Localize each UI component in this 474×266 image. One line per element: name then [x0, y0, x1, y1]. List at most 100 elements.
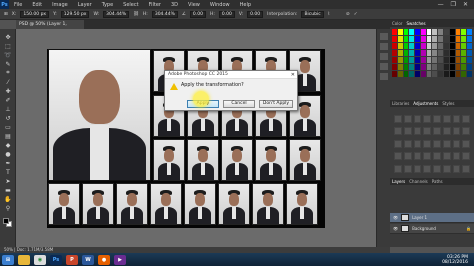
swatch[interactable]: [409, 64, 415, 70]
swatch[interactable]: [455, 50, 461, 56]
eyedropper-tool-icon[interactable]: ⁄: [2, 78, 14, 86]
swatch[interactable]: [461, 36, 467, 42]
gradient-tool-icon[interactable]: ▤: [2, 132, 14, 140]
swatch[interactable]: [467, 71, 472, 77]
adjustment-style-icon[interactable]: [452, 139, 461, 148]
h-skew-field[interactable]: 0.00: [218, 10, 235, 18]
swatch[interactable]: [432, 36, 438, 42]
cancel-button[interactable]: Cancel: [223, 100, 255, 108]
swatch[interactable]: [392, 43, 397, 49]
swatch[interactable]: [449, 36, 455, 42]
menu-file[interactable]: File: [9, 2, 27, 8]
swatch[interactable]: [455, 36, 461, 42]
photoshop-taskbar-icon[interactable]: Ps: [50, 254, 62, 265]
adjustment-style-icon[interactable]: [423, 115, 431, 123]
adjustment-style-icon[interactable]: [394, 164, 402, 173]
swatch[interactable]: [432, 43, 438, 49]
swatch[interactable]: [432, 64, 438, 70]
adjustment-style-icon[interactable]: [452, 115, 461, 123]
swatch[interactable]: [461, 50, 467, 56]
swatch[interactable]: [397, 71, 403, 77]
swatch[interactable]: [415, 50, 420, 56]
swatch[interactable]: [420, 64, 426, 70]
swatch[interactable]: [409, 71, 415, 77]
swatch[interactable]: [426, 71, 432, 77]
commit-transform-icon[interactable]: ✓: [354, 12, 358, 17]
layer-row-layer-1[interactable]: 👁 Layer 1: [390, 213, 474, 223]
swatch[interactable]: [444, 36, 449, 42]
adjustment-style-icon[interactable]: [413, 115, 422, 123]
swatch[interactable]: [432, 57, 438, 63]
swatch[interactable]: [397, 36, 403, 42]
swatch[interactable]: [467, 64, 472, 70]
adjustment-style-icon[interactable]: [423, 164, 431, 173]
swatch[interactable]: [420, 57, 426, 63]
v-skew-field[interactable]: 0.00: [247, 10, 264, 18]
swatch[interactable]: [438, 57, 444, 63]
swatch[interactable]: [444, 57, 449, 63]
adjustment-style-icon[interactable]: [423, 152, 431, 161]
swatch[interactable]: [397, 64, 403, 70]
swatch[interactable]: [444, 43, 449, 49]
adjustment-style-icon[interactable]: [413, 152, 422, 161]
menu-edit[interactable]: Edit: [27, 2, 47, 8]
lasso-tool-icon[interactable]: ➰: [2, 51, 14, 59]
dialog-close-icon[interactable]: ✕: [291, 71, 295, 79]
minimize-icon[interactable]: —: [438, 1, 444, 8]
width-field[interactable]: 304.44%: [103, 10, 130, 18]
word-icon[interactable]: W: [82, 254, 94, 265]
swatch[interactable]: [403, 64, 409, 70]
move-tool-icon[interactable]: ✥: [2, 33, 14, 41]
swatch[interactable]: [426, 36, 432, 42]
swatch[interactable]: [449, 57, 455, 63]
swatch[interactable]: [438, 71, 444, 77]
swatch[interactable]: [432, 29, 438, 35]
swatch[interactable]: [467, 50, 472, 56]
swatch[interactable]: [455, 64, 461, 70]
tab-color[interactable]: Color: [392, 21, 402, 26]
swatch[interactable]: [461, 29, 467, 35]
adjustment-style-icon[interactable]: [433, 115, 441, 123]
adjustment-style-icon[interactable]: [403, 152, 412, 161]
swatch[interactable]: [415, 43, 420, 49]
adjustment-style-icon[interactable]: [413, 127, 422, 136]
swatch[interactable]: [438, 29, 444, 35]
adjustment-style-icon[interactable]: [423, 139, 431, 148]
swatch[interactable]: [438, 64, 444, 70]
swatch[interactable]: [420, 29, 426, 35]
swatch[interactable]: [420, 36, 426, 42]
swatch[interactable]: [449, 64, 455, 70]
shape-tool-icon[interactable]: ▬: [2, 186, 14, 194]
document-tab[interactable]: PSD @ 50% (Layer 1, RGB/8): [16, 20, 84, 36]
type-tool-icon[interactable]: T: [2, 168, 14, 176]
swatch[interactable]: [397, 57, 403, 63]
swatch[interactable]: [397, 43, 403, 49]
swatch[interactable]: [449, 50, 455, 56]
warp-icon[interactable]: ⌇: [328, 12, 330, 17]
swatch[interactable]: [449, 29, 455, 35]
eraser-tool-icon[interactable]: ▭: [2, 123, 14, 131]
swatch[interactable]: [392, 29, 397, 35]
layer-row-background[interactable]: 👁 Background 🔒: [390, 224, 474, 234]
transformed-photo[interactable]: [48, 49, 151, 181]
adjustment-style-icon[interactable]: [394, 127, 402, 136]
menu-3d[interactable]: 3D: [166, 2, 183, 8]
menu-view[interactable]: View: [183, 2, 205, 8]
adjustment-style-icon[interactable]: [442, 164, 451, 173]
adjustment-style-icon[interactable]: [442, 152, 451, 161]
menu-window[interactable]: Window: [205, 2, 235, 8]
swatch[interactable]: [403, 29, 409, 35]
adjustment-style-icon[interactable]: [442, 127, 451, 136]
chrome-icon[interactable]: ◉: [34, 254, 46, 265]
swatch[interactable]: [403, 71, 409, 77]
swatch[interactable]: [426, 43, 432, 49]
tab-adjustments[interactable]: Adjustments: [413, 101, 438, 106]
transform-icon[interactable]: ⊞: [4, 12, 8, 17]
adjustment-style-icon[interactable]: [433, 139, 441, 148]
adjustment-style-icon[interactable]: [462, 164, 470, 173]
swatch[interactable]: [426, 64, 432, 70]
swatch[interactable]: [403, 36, 409, 42]
media-icon[interactable]: ▶: [114, 254, 126, 265]
marquee-tool-icon[interactable]: ⬚: [2, 42, 14, 50]
adjustment-style-icon[interactable]: [433, 164, 441, 173]
